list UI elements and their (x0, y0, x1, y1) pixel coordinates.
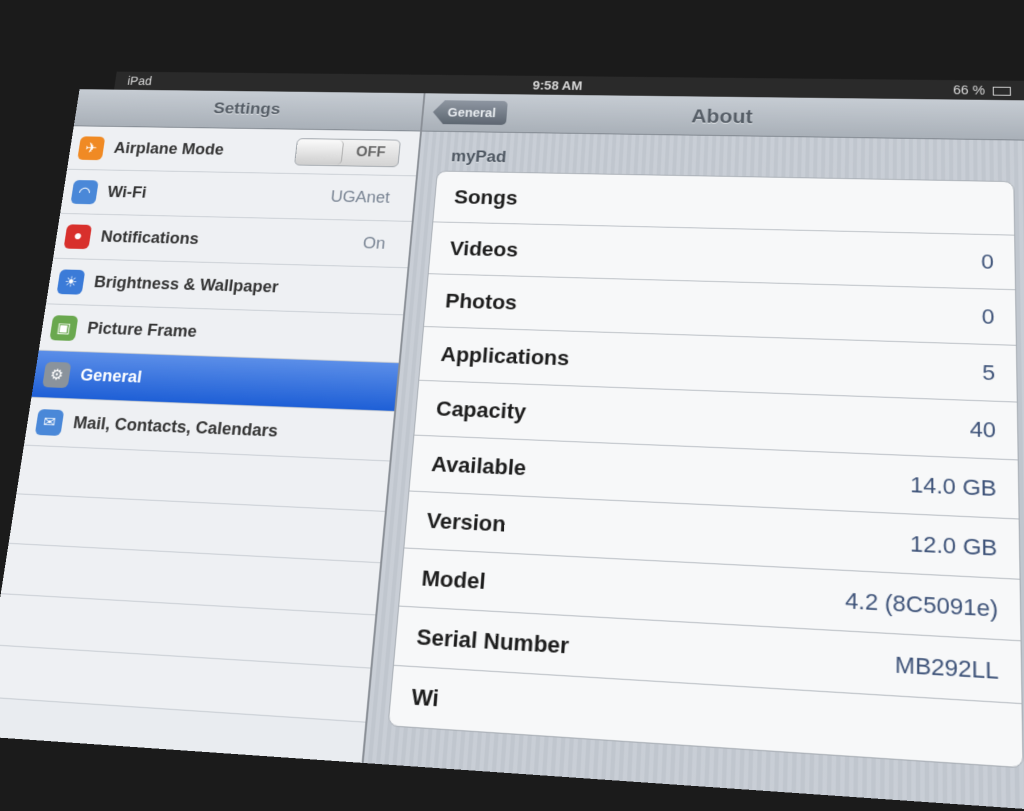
row-label: Songs (453, 185, 518, 209)
row-value: MB292LL (895, 651, 999, 685)
row-label: Version (426, 508, 507, 538)
mail-icon: ✉ (35, 409, 64, 436)
row-label: Videos (449, 237, 519, 262)
battery-icon (993, 87, 1011, 96)
sidebar-item-label: Brightness & Wallpaper (93, 273, 280, 297)
row-value: 4.2 (8C5091e) (845, 587, 998, 622)
row-label: Serial Number (416, 623, 570, 659)
row-label: Applications (440, 342, 570, 371)
settings-list: ✈ Airplane Mode OFF ◠ Wi-Fi UGAnet ● Notificati… (0, 126, 420, 722)
sidebar-item-label: Notifications (100, 228, 200, 249)
wifi-icon: ◠ (71, 180, 99, 204)
sidebar-item-label: General (79, 366, 143, 387)
sidebar-item-label: Airplane Mode (113, 139, 225, 159)
sidebar-item-airplane-mode[interactable]: ✈ Airplane Mode OFF (67, 126, 420, 176)
row-value: 5 (982, 360, 995, 386)
ipad-screen: iPad 9:58 AM 66 % Settings ✈ Airplane Mod… (0, 42, 1024, 810)
toggle-state-label: OFF (342, 144, 399, 160)
toggle-knob[interactable] (295, 139, 344, 164)
sidebar-item-label: Wi-Fi (106, 183, 147, 202)
row-label: Capacity (435, 396, 527, 424)
about-table: Songs Videos 0 Photos 0 Applications 5 Capacity… (388, 171, 1024, 769)
settings-navbar: Settings (74, 89, 424, 131)
row-label: Model (421, 565, 487, 595)
row-value: 12.0 GB (910, 530, 997, 561)
row-value: 40 (970, 416, 996, 443)
battery-percent: 66 % (953, 83, 985, 97)
row-value: 0 (981, 249, 994, 274)
battery-indicator: 66 % (953, 83, 1011, 98)
sidebar-item-value: On (362, 234, 386, 253)
row-label: Photos (444, 289, 517, 315)
airplane-mode-toggle[interactable]: OFF (294, 138, 401, 167)
about-pane: General About myPad Songs Videos 0 Photos 0 A… (364, 93, 1024, 810)
gear-icon: ⚙ (42, 361, 71, 387)
picture-frame-icon: ▣ (49, 315, 78, 341)
brightness-icon: ☀ (57, 269, 86, 294)
sidebar-item-value: UGAnet (330, 188, 391, 208)
row-label: Wi (410, 683, 439, 712)
about-navbar: General About (422, 93, 1024, 140)
settings-pane: Settings ✈ Airplane Mode OFF ◠ Wi-Fi UGAnet ● N… (0, 89, 425, 763)
airplane-icon: ✈ (77, 136, 105, 160)
notifications-icon: ● (64, 224, 92, 249)
sidebar-item-wifi[interactable]: ◠ Wi-Fi UGAnet (60, 170, 416, 222)
sidebar-item-label: Picture Frame (86, 319, 198, 341)
row-label: Available (430, 451, 527, 480)
row-value: 14.0 GB (910, 472, 997, 502)
settings-title: Settings (212, 100, 281, 119)
page-title: About (423, 102, 1024, 133)
sidebar-item-label: Mail, Contacts, Calendars (72, 413, 279, 441)
row-value: 0 (982, 304, 995, 329)
